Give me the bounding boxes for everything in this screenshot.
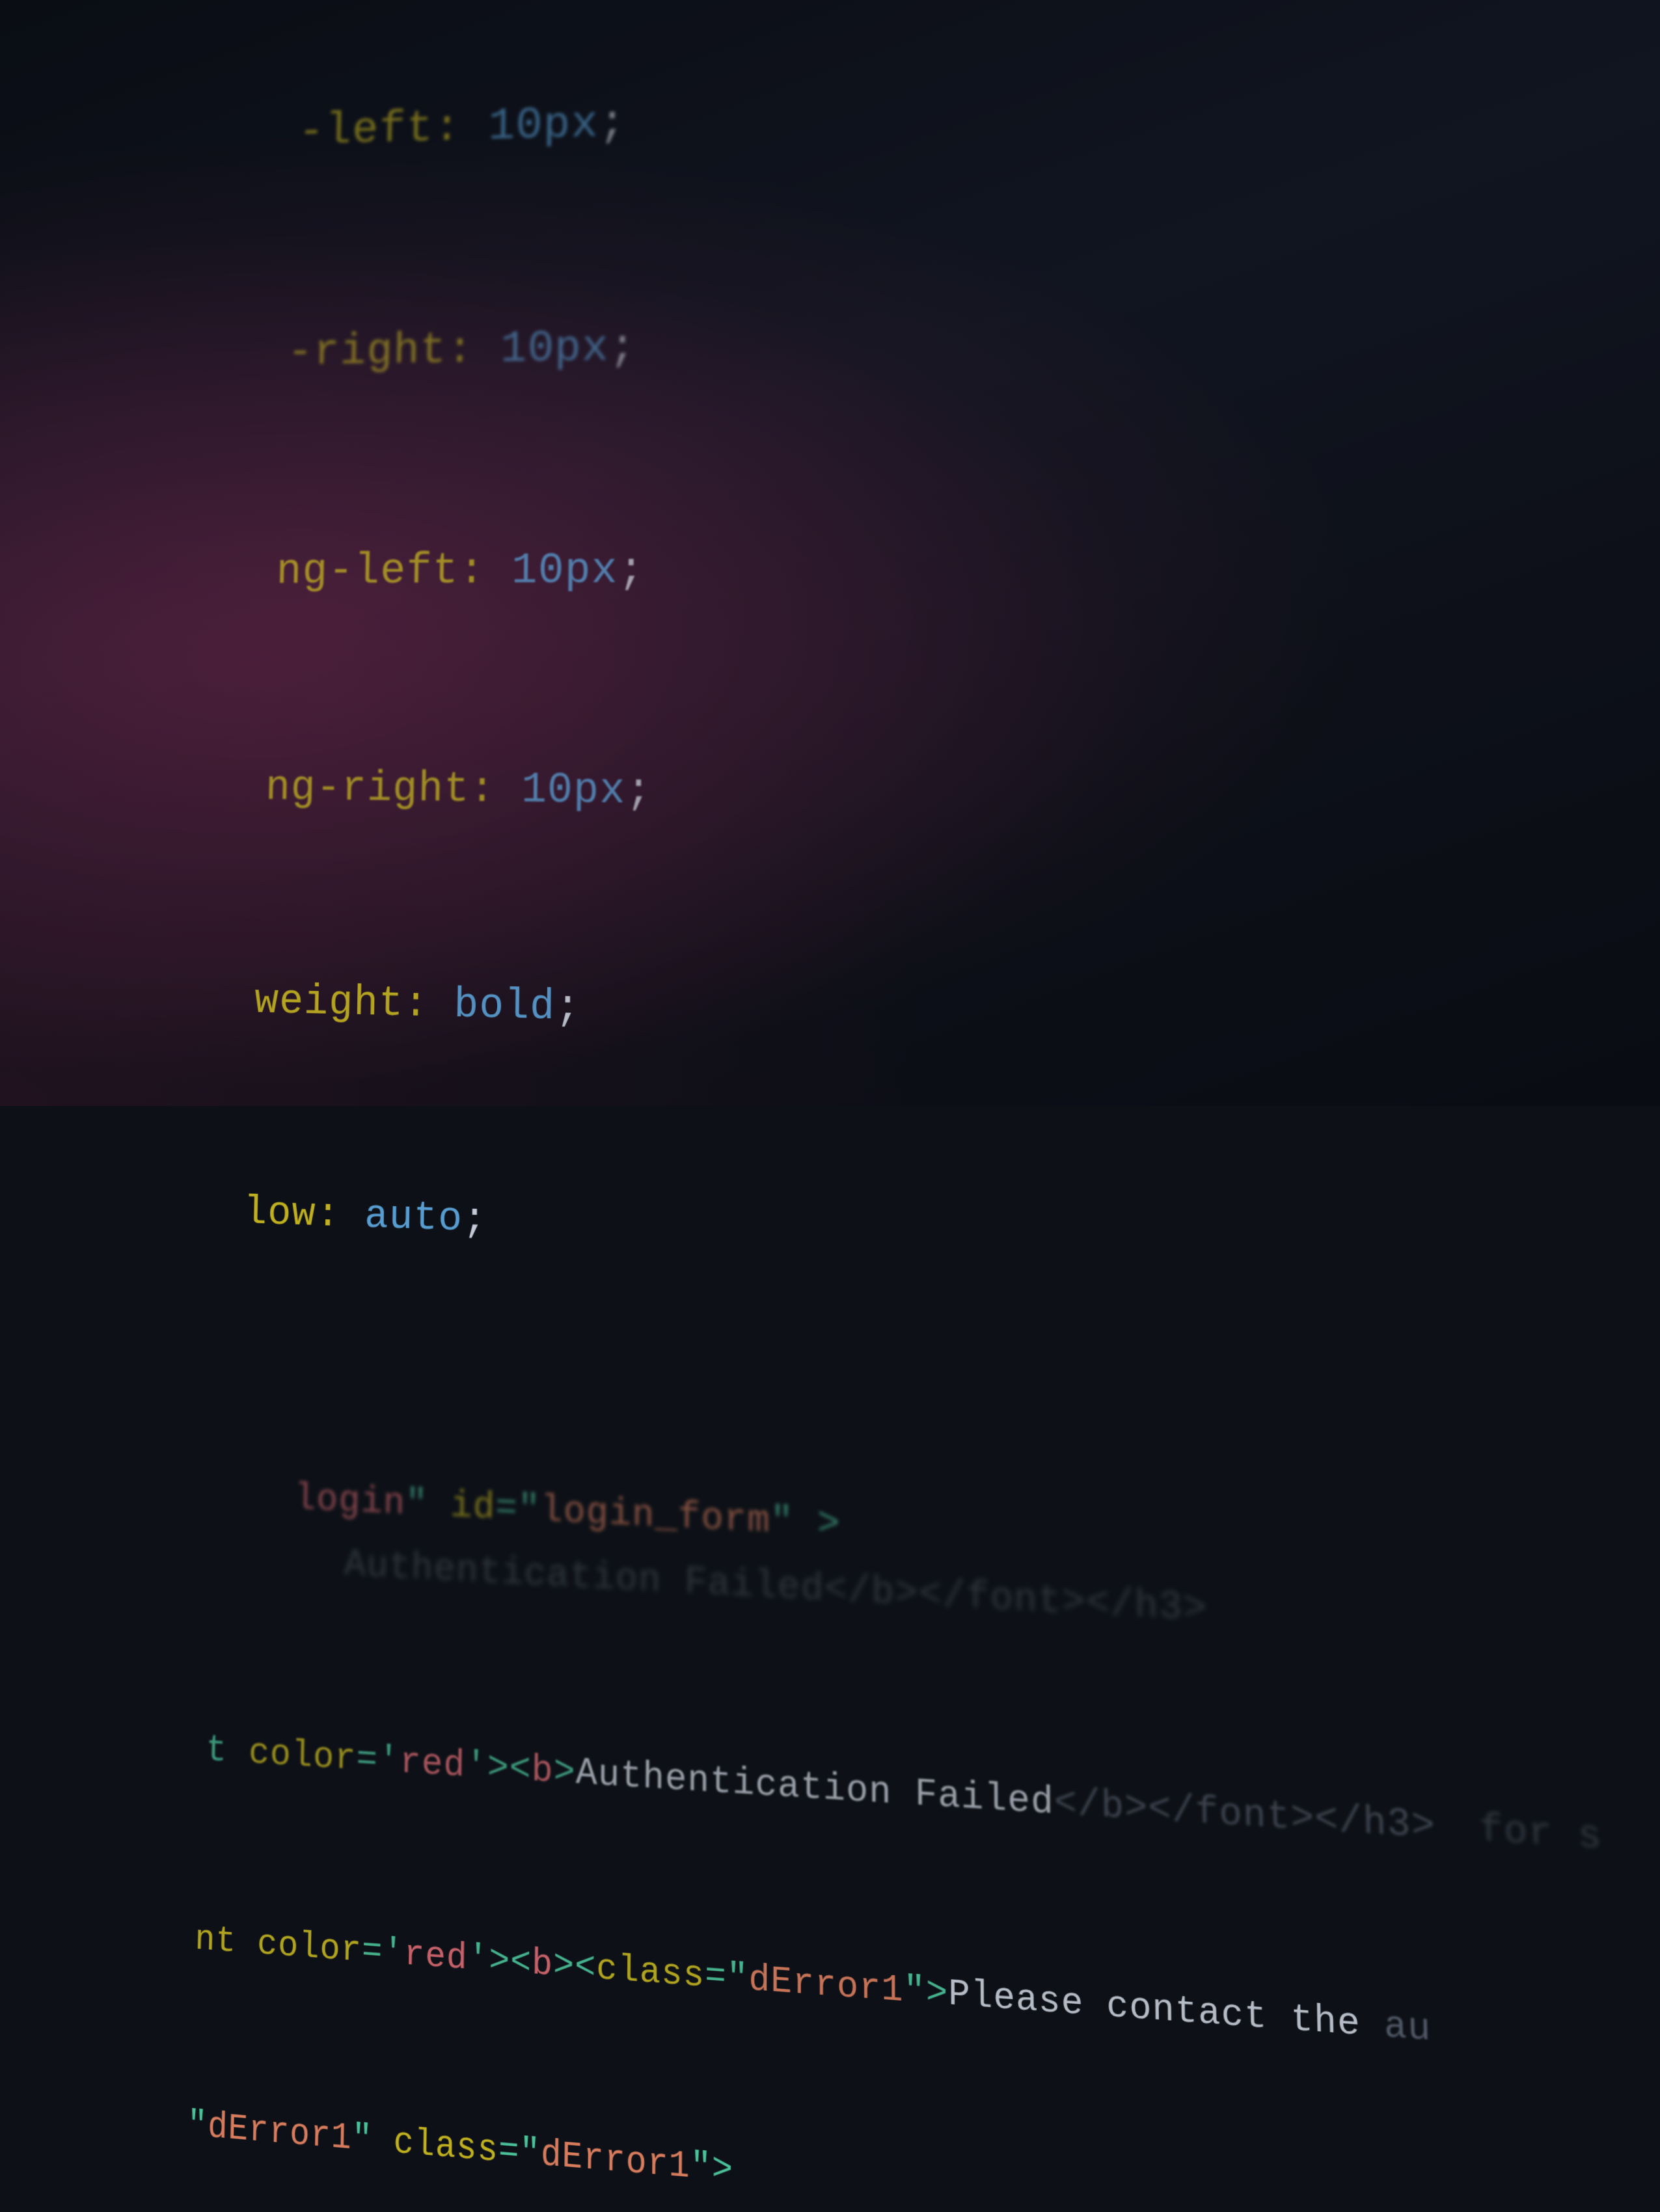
code-line-4: ng-right: 10px; bbox=[63, 683, 1660, 915]
code-line-1: -left: 10px; bbox=[83, 0, 1643, 246]
css-val-1: 10px bbox=[488, 98, 599, 152]
code-line-3: ng-left: 10px; bbox=[69, 455, 1658, 683]
code-line-2: -right: 10px; bbox=[76, 219, 1651, 463]
code-line-5: weight: bold; bbox=[57, 896, 1660, 1144]
css-prop-1: -left: bbox=[297, 101, 488, 157]
code-block: -left: 10px; -right: 10px; ng-left: 10px… bbox=[20, 0, 1660, 1141]
screen: -left: 10px; -right: 10px; ng-left: 10px… bbox=[0, 0, 1660, 1106]
